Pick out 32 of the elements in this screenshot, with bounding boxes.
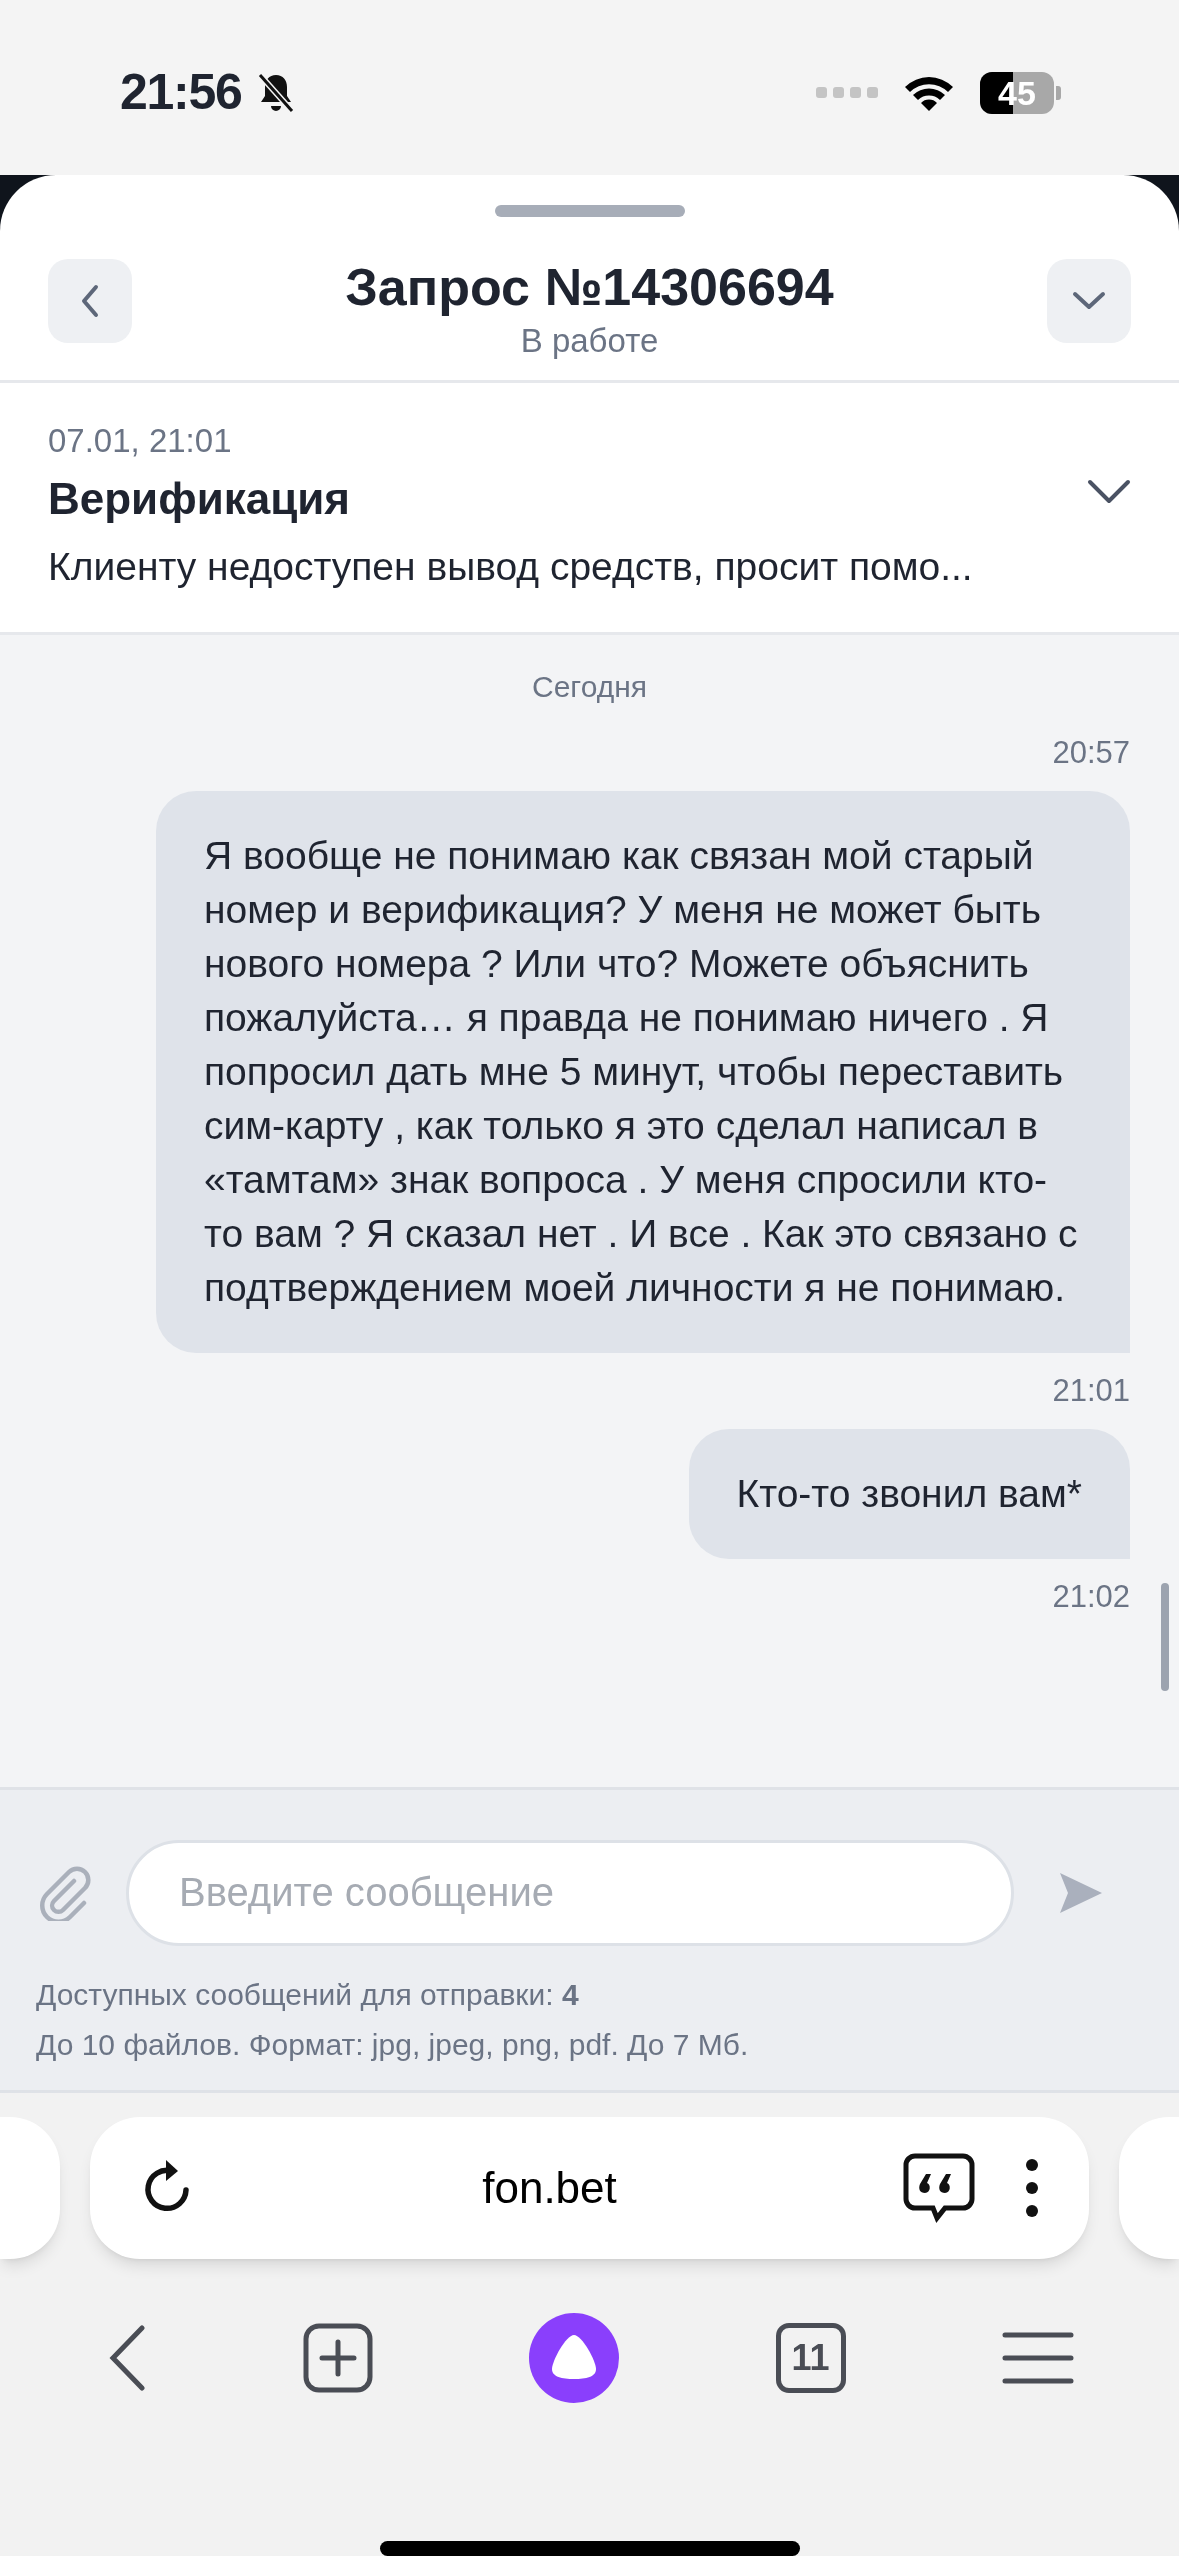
request-status: В работе <box>520 321 659 361</box>
new-tab-icon[interactable] <box>302 2323 373 2393</box>
back-icon[interactable] <box>108 2325 146 2391</box>
quote-bubble-icon[interactable] <box>903 2153 976 2223</box>
collapse-button[interactable] <box>1047 259 1131 343</box>
message-input[interactable]: Введите сообщение <box>126 1839 1014 1946</box>
scrollbar[interactable] <box>1161 1583 1169 1692</box>
assistant-icon[interactable] <box>529 2313 619 2403</box>
request-title: Запрос №14306694 <box>345 257 834 318</box>
request-date: 07.01, 21:01 <box>48 420 233 461</box>
status-time: 21:56 <box>120 63 242 122</box>
back-button[interactable] <box>48 259 132 343</box>
message-time: 20:57 <box>1052 734 1130 773</box>
message-time: 21:01 <box>1052 1372 1130 1411</box>
more-icon[interactable] <box>1025 2158 1040 2218</box>
date-divider: Сегодня <box>532 669 647 706</box>
message-bubble: Я вообще не понимаю как связан мой старый номер и верификация? У меня не может быть нового номера ? Или что? Можете объяснить пожалуйста… я правда не понимаю ничего . Я попросил дать мне 5 минут, чтобы переставить сим-карту , как только я это сделал написал в «тамтам» знак вопроса . У меня спросили кто-то вам ? Я сказал нет . И все . Как это связано с подтверждением моей личности я не понимаю. <box>156 791 1130 1354</box>
signal-icon <box>816 86 878 99</box>
message-time: 21:02 <box>1052 1578 1130 1617</box>
expand-icon[interactable] <box>1087 478 1131 505</box>
tabs-count-button[interactable]: 11 <box>775 2323 846 2393</box>
message-bubble: Кто-то звонил вам* <box>688 1429 1130 1560</box>
address-bar[interactable]: fon.bet <box>89 2117 1090 2259</box>
back-icon <box>80 284 100 318</box>
url-text[interactable]: fon.bet <box>195 2155 904 2221</box>
files-note: До 10 файлов. Формат: jpg, jpeg, png, pdf. До 7 Мб. <box>36 2026 750 2063</box>
drag-handle[interactable] <box>494 205 685 217</box>
chevron-down-icon <box>1072 291 1106 311</box>
quota-text: Доступных сообщений для отправки: 4 <box>36 1976 580 2013</box>
request-description: Клиенту недоступен вывод средств, просит помо... <box>48 543 973 590</box>
request-topic: Верификация <box>48 472 351 525</box>
menu-icon[interactable] <box>1002 2332 1074 2384</box>
